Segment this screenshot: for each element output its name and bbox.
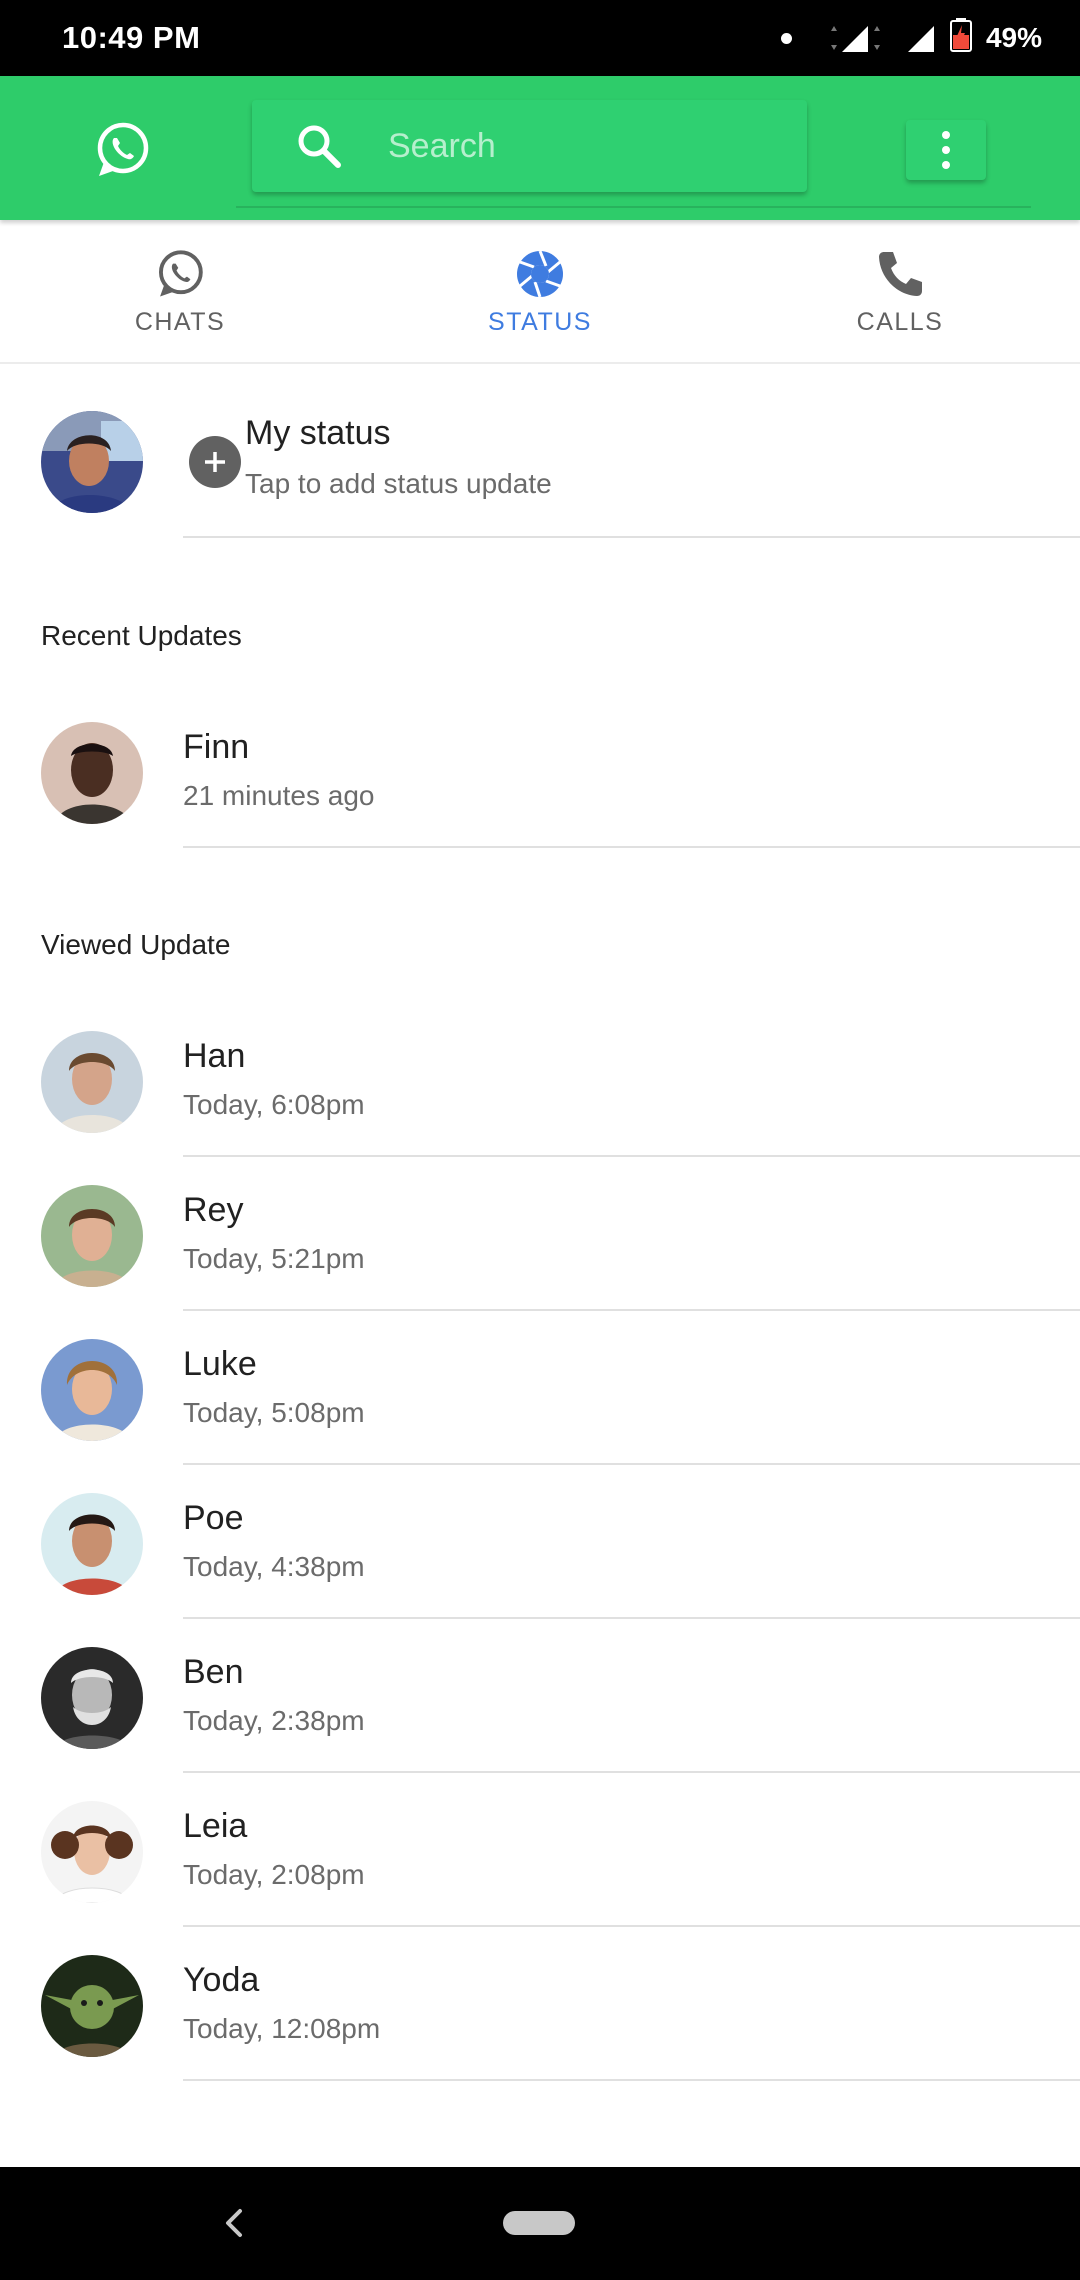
status-time: Today, 2:38pm [183, 1705, 365, 1736]
home-pill-button[interactable] [503, 2211, 575, 2235]
avatar [41, 1031, 143, 1133]
status-row-han[interactable]: Han Today, 6:08pm [0, 1003, 1080, 1157]
add-status-button[interactable] [189, 436, 241, 488]
status-row-rey[interactable]: Rey Today, 5:21pm [0, 1157, 1080, 1311]
signal-icon-2 [906, 22, 936, 54]
status-time: Today, 12:08pm [183, 2013, 381, 2044]
contact-name: Leia [183, 1807, 248, 1845]
avatar [41, 722, 143, 824]
tab-chats[interactable]: CHATS [0, 220, 360, 364]
more-vert-icon [942, 131, 950, 139]
divider [183, 2079, 1080, 2081]
status-time: Today, 6:08pm [183, 1089, 365, 1120]
recent-updates-heading: Recent Updates [41, 620, 242, 651]
status-bar: 10:49 PM 49% [0, 0, 1080, 76]
battery-percent: 49% [985, 22, 1042, 53]
my-status-avatar[interactable] [41, 411, 143, 513]
tab-status[interactable]: STATUS [360, 220, 720, 364]
phone-icon [874, 248, 926, 300]
search-input[interactable] [386, 125, 766, 167]
contact-name: Yoda [183, 1961, 260, 1999]
divider [183, 846, 1080, 848]
more-options-button[interactable] [906, 120, 986, 180]
tab-calls[interactable]: CALLS [720, 220, 1080, 364]
contact-name: Luke [183, 1345, 257, 1383]
status-time: 10:49 PM [62, 20, 201, 55]
status-row-finn[interactable]: Finn 21 minutes ago [0, 694, 1080, 848]
whatsapp-logo-icon[interactable] [92, 120, 152, 180]
whatsapp-icon [154, 248, 206, 300]
tab-bar: CHATS STATUS CALLS [0, 220, 1080, 364]
status-time: Today, 5:08pm [183, 1397, 365, 1428]
plus-icon [205, 452, 225, 472]
notification-dot-icon [780, 32, 792, 44]
search-icon [294, 121, 344, 171]
contact-name: Han [183, 1037, 246, 1075]
my-status-row[interactable]: My status Tap to add status update [0, 364, 1080, 538]
signal-icon [828, 22, 892, 54]
divider [183, 536, 1080, 538]
contact-name: Poe [183, 1499, 244, 1537]
status-row-yoda[interactable]: Yoda Today, 12:08pm [0, 1927, 1080, 2081]
tab-status-label: STATUS [488, 307, 592, 336]
search-box[interactable] [252, 100, 807, 192]
camera-shutter-icon [514, 248, 566, 300]
status-row-poe[interactable]: Poe Today, 4:38pm [0, 1465, 1080, 1619]
status-time: Today, 2:08pm [183, 1859, 365, 1890]
battery-icon [949, 17, 972, 59]
tab-chats-label: CHATS [134, 307, 226, 336]
avatar [41, 1647, 143, 1749]
my-status-title: My status [245, 414, 391, 452]
back-icon[interactable] [220, 2205, 246, 2241]
avatar [41, 1493, 143, 1595]
avatar [41, 1801, 143, 1903]
status-row-ben[interactable]: Ben Today, 2:38pm [0, 1619, 1080, 1773]
contact-name: Rey [183, 1191, 244, 1229]
system-nav-bar [0, 2167, 1080, 2280]
contact-name: Ben [183, 1653, 244, 1691]
status-icons: 49% [780, 17, 1042, 59]
tab-calls-label: CALLS [856, 307, 944, 336]
my-status-subtitle: Tap to add status update [245, 468, 552, 499]
avatar [41, 1339, 143, 1441]
avatar [41, 1955, 143, 2057]
status-time: Today, 5:21pm [183, 1243, 365, 1274]
app-header [0, 76, 1080, 220]
avatar [41, 1185, 143, 1287]
status-row-leia[interactable]: Leia Today, 2:08pm [0, 1773, 1080, 1927]
viewed-updates-heading: Viewed Update [41, 929, 231, 960]
status-row-luke[interactable]: Luke Today, 5:08pm [0, 1311, 1080, 1465]
status-time: Today, 4:38pm [183, 1551, 365, 1582]
contact-name: Finn [183, 728, 250, 766]
status-time: 21 minutes ago [183, 780, 375, 811]
search-underline [236, 206, 1031, 208]
